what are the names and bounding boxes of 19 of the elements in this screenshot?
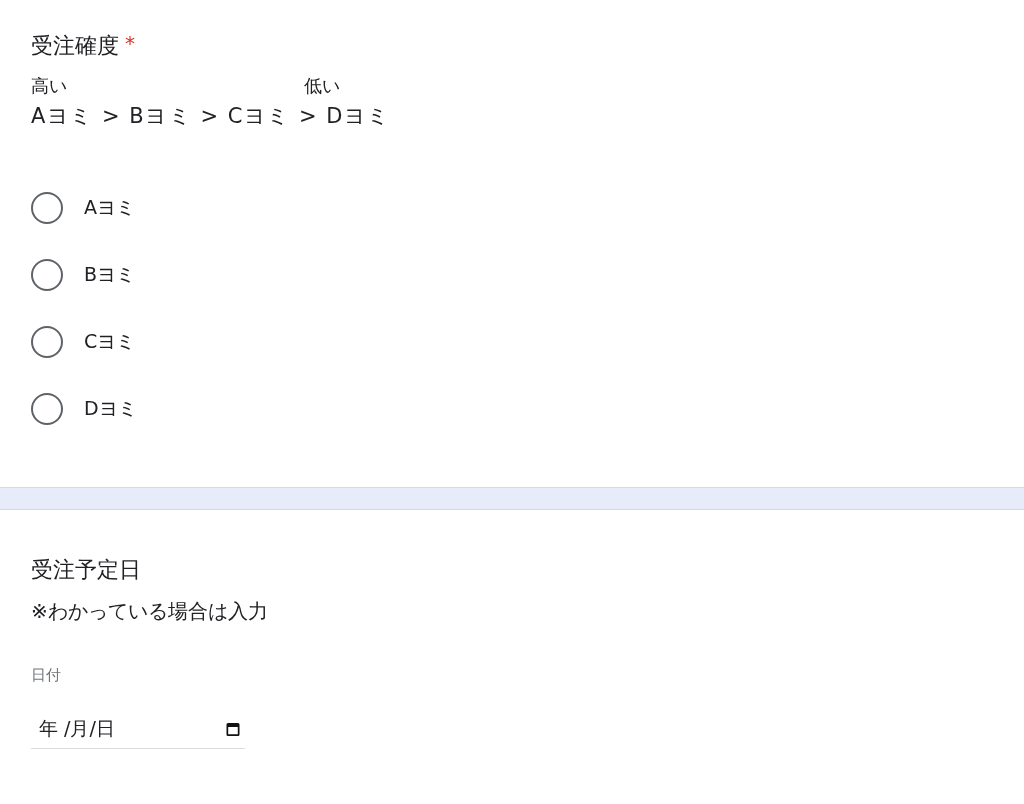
radio-button[interactable]: [31, 392, 63, 425]
option-label: Aヨミ: [84, 194, 135, 220]
option-label: Cヨミ: [84, 328, 136, 354]
radio-button[interactable]: [31, 191, 63, 224]
required-mark: *: [125, 30, 135, 56]
option-label: Dヨミ: [84, 395, 137, 421]
field-label: 日付: [31, 666, 62, 685]
calendar-icon[interactable]: [225, 720, 241, 737]
description-text: ※わかっている場合は入力: [31, 598, 269, 625]
question-title: 受注予定日: [31, 556, 141, 584]
option-label: Bヨミ: [84, 261, 136, 287]
description-text: Aヨミ > Bヨミ > Cヨミ > Dヨミ: [31, 104, 392, 128]
scale-label: 高い: [31, 74, 68, 98]
date-field[interactable]: 年 /月/日: [31, 709, 245, 749]
scale-label: 低い: [304, 74, 340, 98]
radio-button[interactable]: [31, 325, 63, 358]
date-placeholder: 年 /月/日: [39, 715, 115, 741]
question-title: 受注確度: [31, 32, 119, 60]
radio-button[interactable]: [31, 258, 63, 291]
